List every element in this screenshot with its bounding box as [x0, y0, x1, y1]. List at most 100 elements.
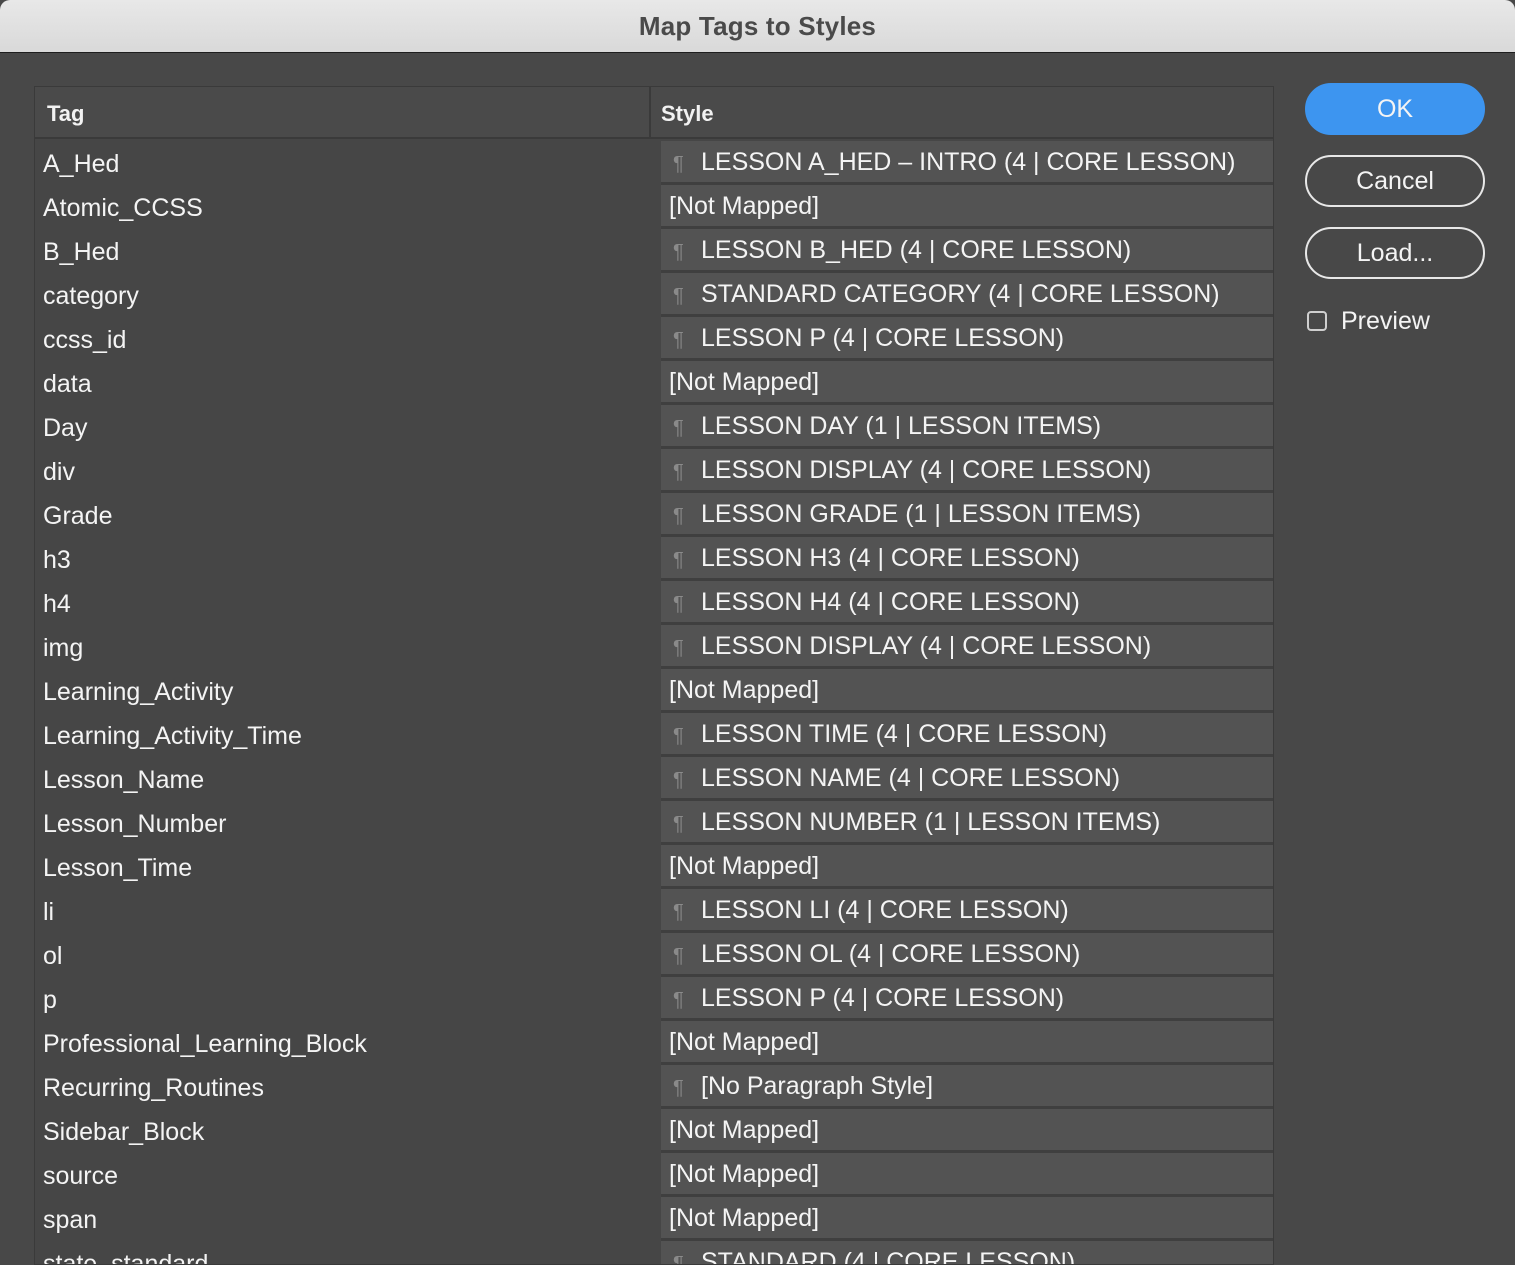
- tag-name: Recurring_Routines: [43, 1074, 264, 1102]
- style-dropdown[interactable]: ¶ LESSON NUMBER (1 | LESSON ITEMS): [661, 801, 1273, 845]
- tag-name: category: [43, 282, 139, 310]
- tag-name: A_Hed: [43, 150, 120, 178]
- table-row[interactable]: Professional_Learning_Block [Not Mapped]: [35, 1021, 1273, 1065]
- preview-checkbox[interactable]: [1307, 311, 1327, 331]
- style-dropdown[interactable]: ¶ LESSON TIME (4 | CORE LESSON): [661, 713, 1273, 757]
- style-name: LESSON H4 (4 | CORE LESSON): [701, 588, 1080, 616]
- table-body: A_Hed ¶ LESSON A_HED – INTRO (4 | CORE LES…: [35, 141, 1273, 1265]
- style-dropdown[interactable]: ¶ LESSON LI (4 | CORE LESSON): [661, 889, 1273, 933]
- load-button[interactable]: Load...: [1305, 227, 1485, 279]
- style-name: [Not Mapped]: [669, 368, 820, 396]
- style-name: LESSON GRADE (1 | LESSON ITEMS): [701, 500, 1141, 528]
- tag-name: B_Hed: [43, 238, 120, 266]
- style-dropdown[interactable]: ¶ [No Paragraph Style]: [661, 1065, 1273, 1109]
- style-dropdown[interactable]: ¶ LESSON NAME (4 | CORE LESSON): [661, 757, 1273, 801]
- preview-option[interactable]: Preview: [1307, 306, 1430, 336]
- style-name: [No Paragraph Style]: [701, 1072, 934, 1100]
- table-row[interactable]: div ¶ LESSON DISPLAY (4 | CORE LESSON): [35, 449, 1273, 493]
- style-dropdown[interactable]: ¶ LESSON P (4 | CORE LESSON): [661, 317, 1273, 361]
- tag-name: h3: [43, 546, 71, 574]
- table-row[interactable]: Lesson_Number ¶ LESSON NUMBER (1 | LESSON …: [35, 801, 1273, 845]
- tag-name: h4: [43, 590, 71, 618]
- table-header: Tag Style: [35, 87, 1273, 139]
- table-row[interactable]: Grade ¶ LESSON GRADE (1 | LESSON ITEMS): [35, 493, 1273, 537]
- table-row[interactable]: Atomic_CCSS [Not Mapped]: [35, 185, 1273, 229]
- style-name: LESSON LI (4 | CORE LESSON): [701, 896, 1069, 924]
- style-name: STANDARD (4 | CORE LESSON): [701, 1248, 1076, 1265]
- style-dropdown[interactable]: [Not Mapped]: [661, 1153, 1273, 1197]
- style-dropdown[interactable]: ¶ LESSON OL (4 | CORE LESSON): [661, 933, 1273, 977]
- style-name: LESSON DISPLAY (4 | CORE LESSON): [701, 456, 1152, 484]
- table-row[interactable]: li ¶ LESSON LI (4 | CORE LESSON): [35, 889, 1273, 933]
- style-dropdown[interactable]: [Not Mapped]: [661, 845, 1273, 889]
- style-dropdown[interactable]: ¶ LESSON DISPLAY (4 | CORE LESSON): [661, 625, 1273, 669]
- style-dropdown[interactable]: [Not Mapped]: [661, 1197, 1273, 1241]
- table-row[interactable]: h3 ¶ LESSON H3 (4 | CORE LESSON): [35, 537, 1273, 581]
- style-dropdown[interactable]: ¶ LESSON P (4 | CORE LESSON): [661, 977, 1273, 1021]
- style-name: [Not Mapped]: [669, 1028, 820, 1056]
- style-dropdown[interactable]: ¶ LESSON A_HED – INTRO (4 | CORE LESSON): [661, 141, 1273, 185]
- pilcrow-icon: ¶: [673, 637, 684, 659]
- tag-name: ccss_id: [43, 326, 127, 354]
- table-row[interactable]: Day ¶ LESSON DAY (1 | LESSON ITEMS): [35, 405, 1273, 449]
- style-name: [Not Mapped]: [669, 676, 820, 704]
- tag-name: Day: [43, 414, 88, 442]
- tag-name: Lesson_Name: [43, 766, 205, 794]
- pilcrow-icon: ¶: [673, 329, 684, 351]
- pilcrow-icon: ¶: [673, 989, 684, 1011]
- style-dropdown[interactable]: [Not Mapped]: [661, 1021, 1273, 1065]
- style-dropdown[interactable]: ¶ LESSON DAY (1 | LESSON ITEMS): [661, 405, 1273, 449]
- table-row[interactable]: category ¶ STANDARD CATEGORY (4 | CORE LES…: [35, 273, 1273, 317]
- pilcrow-icon: ¶: [673, 1253, 684, 1265]
- table-row[interactable]: p ¶ LESSON P (4 | CORE LESSON): [35, 977, 1273, 1021]
- style-dropdown[interactable]: ¶ STANDARD (4 | CORE LESSON): [661, 1241, 1273, 1265]
- style-name: [Not Mapped]: [669, 1160, 820, 1188]
- table-row[interactable]: ccss_id ¶ LESSON P (4 | CORE LESSON): [35, 317, 1273, 361]
- table-row[interactable]: Sidebar_Block [Not Mapped]: [35, 1109, 1273, 1153]
- ok-button[interactable]: OK: [1305, 83, 1485, 135]
- table-row[interactable]: span [Not Mapped]: [35, 1197, 1273, 1241]
- tag-name: Lesson_Number: [43, 810, 227, 838]
- style-name: [Not Mapped]: [669, 192, 820, 220]
- table-row[interactable]: B_Hed ¶ LESSON B_HED (4 | CORE LESSON): [35, 229, 1273, 273]
- table-row[interactable]: Learning_Activity [Not Mapped]: [35, 669, 1273, 713]
- table-row[interactable]: state_standard ¶ STANDARD (4 | CORE LESSON…: [35, 1241, 1273, 1265]
- style-dropdown[interactable]: ¶ LESSON GRADE (1 | LESSON ITEMS): [661, 493, 1273, 537]
- table-row[interactable]: ol ¶ LESSON OL (4 | CORE LESSON): [35, 933, 1273, 977]
- pilcrow-icon: ¶: [673, 1077, 684, 1099]
- style-dropdown[interactable]: ¶ LESSON H3 (4 | CORE LESSON): [661, 537, 1273, 581]
- column-header-style[interactable]: Style: [661, 87, 714, 137]
- table-row[interactable]: img ¶ LESSON DISPLAY (4 | CORE LESSON): [35, 625, 1273, 669]
- table-row[interactable]: h4 ¶ LESSON H4 (4 | CORE LESSON): [35, 581, 1273, 625]
- tag-name: Lesson_Time: [43, 854, 193, 882]
- style-dropdown[interactable]: [Not Mapped]: [661, 185, 1273, 229]
- table-row[interactable]: Lesson_Name ¶ LESSON NAME (4 | CORE LESSON…: [35, 757, 1273, 801]
- table-row[interactable]: data [Not Mapped]: [35, 361, 1273, 405]
- style-dropdown[interactable]: ¶ LESSON DISPLAY (4 | CORE LESSON): [661, 449, 1273, 493]
- table-row[interactable]: source [Not Mapped]: [35, 1153, 1273, 1197]
- table-row[interactable]: A_Hed ¶ LESSON A_HED – INTRO (4 | CORE LES…: [35, 141, 1273, 185]
- tag-name: li: [43, 898, 55, 926]
- tag-name: p: [43, 986, 57, 1014]
- column-header-tag[interactable]: Tag: [47, 87, 84, 137]
- pilcrow-icon: ¶: [673, 593, 684, 615]
- cancel-button[interactable]: Cancel: [1305, 155, 1485, 207]
- style-name: LESSON P (4 | CORE LESSON): [701, 984, 1065, 1012]
- style-name: LESSON B_HED (4 | CORE LESSON): [701, 236, 1132, 264]
- column-divider[interactable]: [649, 87, 651, 137]
- style-dropdown[interactable]: ¶ STANDARD CATEGORY (4 | CORE LESSON): [661, 273, 1273, 317]
- style-dropdown[interactable]: ¶ LESSON H4 (4 | CORE LESSON): [661, 581, 1273, 625]
- pilcrow-icon: ¶: [673, 945, 684, 967]
- tag-name: state_standard: [43, 1250, 209, 1265]
- style-dropdown[interactable]: [Not Mapped]: [661, 361, 1273, 405]
- style-dropdown[interactable]: [Not Mapped]: [661, 1109, 1273, 1153]
- table-row[interactable]: Learning_Activity_Time ¶ LESSON TIME (4 | …: [35, 713, 1273, 757]
- pilcrow-icon: ¶: [673, 813, 684, 835]
- table-row[interactable]: Lesson_Time [Not Mapped]: [35, 845, 1273, 889]
- style-name: [Not Mapped]: [669, 1116, 820, 1144]
- preview-label: Preview: [1341, 306, 1430, 335]
- table-row[interactable]: Recurring_Routines ¶ [No Paragraph Style]: [35, 1065, 1273, 1109]
- style-name: LESSON P (4 | CORE LESSON): [701, 324, 1065, 352]
- style-dropdown[interactable]: ¶ LESSON B_HED (4 | CORE LESSON): [661, 229, 1273, 273]
- style-dropdown[interactable]: [Not Mapped]: [661, 669, 1273, 713]
